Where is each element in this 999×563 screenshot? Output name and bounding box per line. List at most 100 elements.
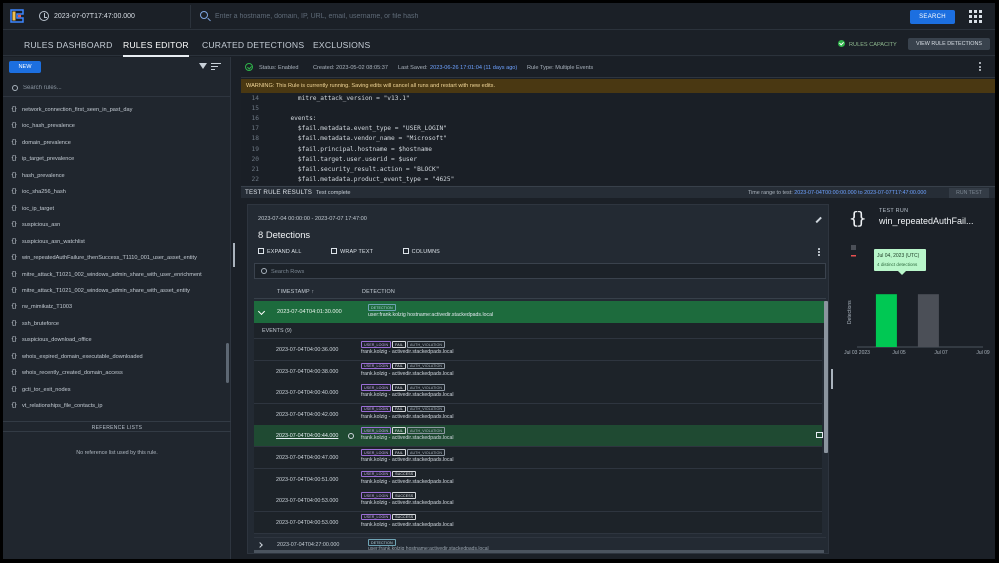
chronicle-logo-icon[interactable] <box>9 8 25 24</box>
curly-braces-icon: {} <box>849 209 867 229</box>
tab-rules-dashboard[interactable]: RULES DASHBOARD <box>24 40 112 50</box>
rule-search-input[interactable] <box>23 81 223 95</box>
event-text: frank.kolzig - activedir.stackedpads.loc… <box>361 478 454 485</box>
code-editor[interactable]: 14 mitre_attack_version = "v13.1" 15 16 ev… <box>241 95 995 185</box>
more-options-icon[interactable] <box>979 62 981 72</box>
rows-search-input[interactable] <box>271 265 811 278</box>
event-cell: USER_LOGIN FAIL AUTH_VIOLATION frank.kolzig… <box>361 449 454 463</box>
tab-curated-detections[interactable]: CURATED DETECTIONS <box>202 40 304 50</box>
rule-item[interactable]: {} rw_mimikatz_T1003 <box>11 303 72 315</box>
rule-item[interactable]: {} hash_prevalence <box>11 172 65 184</box>
event-text: frank.kolzig - activedir.stackedpads.loc… <box>361 392 454 399</box>
code-line-number: 19 <box>251 145 259 153</box>
rule-item-label: mitre_attack_T1021_002_windows_admin_sha… <box>22 287 190 294</box>
detection-badge: DETECTION <box>368 539 396 546</box>
rule-braces-icon: {} <box>11 270 17 278</box>
rule-item[interactable]: {} gcti_tor_exit_nodes <box>11 386 71 398</box>
event-result-badge: FAIL <box>392 362 406 370</box>
event-type-badge: USER_LOGIN <box>361 513 392 521</box>
rules-list: {} network_connection_first_seen_in_past_… <box>3 97 225 415</box>
event-row[interactable]: 2023-07-04T04:00:53.000 USER_LOGIN SUCCESS… <box>254 490 822 513</box>
rule-braces-icon: {} <box>11 188 17 196</box>
events-scrollbar[interactable] <box>824 301 828 453</box>
sidebar-resize-handle[interactable] <box>233 243 235 267</box>
wrap-text-button[interactable]: WRAP TEXT <box>331 248 387 255</box>
detection-row[interactable]: 2023-07-04T04:01:30.000 DETECTION user:f… <box>254 301 826 323</box>
view-rule-detections-button[interactable]: VIEW RULE DETECTIONS <box>908 38 990 50</box>
test-status: Test complete <box>316 189 351 196</box>
global-search-input[interactable] <box>215 8 895 25</box>
event-reason-badge: AUTH_VIOLATION <box>406 341 446 348</box>
code-line-number: 16 <box>251 115 259 123</box>
expand-all-label: EXPAND ALL <box>267 249 302 255</box>
rule-type-text: Rule Type: Multiple Events <box>527 65 594 71</box>
event-row[interactable]: 2023-07-04T04:00:44.000 USER_LOGIN FAIL AUT… <box>254 425 823 448</box>
rules-capacity[interactable]: RULES CAPACITY <box>838 40 897 48</box>
code-line-number: 21 <box>251 165 259 173</box>
event-row[interactable]: 2023-07-04T04:00:36.000 USER_LOGIN FAIL AUT… <box>254 339 822 361</box>
pin-icon[interactable] <box>814 216 821 223</box>
event-reason-badge: AUTH_VIOLATION <box>406 449 446 456</box>
time-picker[interactable]: 2023-07-07T17:47:00.000 <box>33 5 191 28</box>
apps-grid-icon[interactable] <box>969 10 982 23</box>
rule-item[interactable]: {} ioc_hash_prevalence <box>11 122 75 134</box>
chevron-right-icon[interactable] <box>257 542 263 548</box>
horizontal-scrollbar[interactable] <box>254 550 824 553</box>
rule-item[interactable]: {} whois_expired_domain_executable_downlo… <box>11 353 143 365</box>
running-warning: WARNING: This Rule is currently running.… <box>241 79 995 93</box>
chart-bar[interactable] <box>917 294 939 347</box>
code-line-number: 17 <box>251 125 259 133</box>
timestamp-column-header[interactable]: TIMESTAMP ↑ <box>277 289 314 295</box>
rule-item[interactable]: {} ioc_ip_target <box>11 205 54 217</box>
open-event-icon[interactable] <box>816 432 823 439</box>
rule-item[interactable]: {} win_repeatedAuthFailure_thenSuccess_T1… <box>11 254 197 266</box>
columns-button[interactable]: COLUMNS <box>402 248 454 255</box>
rule-item-label: hash_prevalence <box>22 172 65 179</box>
rule-item[interactable]: {} mitre_attack_T1021_002_windows_admin_s… <box>11 287 190 299</box>
x-tick-label: Jul 09 <box>976 350 990 356</box>
rule-item[interactable]: {} mitre_attack_T1021_002_windows_admin_s… <box>11 271 202 283</box>
event-cell: USER_LOGIN SUCCESS frank.kolzig - activedi… <box>361 492 454 506</box>
rule-item-label: suspicious_download_office <box>22 337 92 344</box>
event-type-badge: USER_LOGIN <box>361 492 392 499</box>
tab-exclusions[interactable]: EXCLUSIONS <box>313 40 370 50</box>
new-rule-button[interactable]: NEW <box>9 61 41 73</box>
tab-rules-editor[interactable]: RULES EDITOR <box>123 40 189 57</box>
detection-column-header[interactable]: DETECTION <box>362 289 395 295</box>
last-saved-value[interactable]: 2023-06-26 17:01:04 (11 days ago) <box>430 65 517 71</box>
search-button[interactable]: SEARCH <box>910 10 955 24</box>
event-reason-badge: AUTH_VIOLATION <box>406 384 446 391</box>
detection-text: user:frank.kolzig hostname:activedir.sta… <box>368 312 494 318</box>
rule-item[interactable]: {} domain_prevalence <box>11 139 71 151</box>
event-row[interactable]: 2023-07-04T04:00:51.000 USER_LOGIN SUCCESS… <box>254 468 822 491</box>
rule-item[interactable]: {} suspicious_download_office <box>11 336 92 348</box>
rule-item[interactable]: {} vt_relationships_file_contacts_ip <box>11 402 103 414</box>
rule-item[interactable]: {} ssh_bruteforce <box>11 320 59 332</box>
expand-all-button[interactable]: EXPAND ALL <box>258 248 316 255</box>
event-row[interactable]: 2023-07-04T04:00:42.000 USER_LOGIN FAIL AUT… <box>254 403 822 426</box>
rule-search <box>3 79 231 97</box>
panel-resize-handle[interactable] <box>831 369 833 389</box>
sort-icon[interactable] <box>211 63 221 71</box>
chevron-down-icon[interactable] <box>257 307 266 316</box>
results-more-icon[interactable] <box>818 248 820 256</box>
event-row[interactable]: 2023-07-04T04:00:53.000 USER_LOGIN SUCCESS… <box>254 511 822 534</box>
event-row[interactable]: 2023-07-04T04:00:40.000 USER_LOGIN FAIL AUT… <box>254 382 822 405</box>
rule-braces-icon: {} <box>11 319 17 327</box>
rule-item[interactable]: {} suspicious_asn <box>11 221 60 233</box>
event-result-badge: FAIL <box>392 341 406 348</box>
detections-panel: 2023-07-04 00:00:00 - 2023-07-07 17:47:0… <box>247 204 829 554</box>
rule-item[interactable]: {} ioc_sha256_hash <box>11 188 66 200</box>
rule-item[interactable]: {} ip_target_prevalence <box>11 155 74 167</box>
rule-item[interactable]: {} whois_recently_created_domain_access <box>11 369 123 381</box>
filter-icon[interactable] <box>199 63 207 69</box>
chart-bar[interactable] <box>875 294 897 347</box>
rule-item[interactable]: {} network_connection_first_seen_in_past_… <box>11 106 132 118</box>
sidebar-scrollbar[interactable] <box>226 343 229 383</box>
rule-item[interactable]: {} suspicious_asn_watchlist <box>11 238 85 250</box>
run-test-button[interactable]: RUN TEST <box>949 188 989 198</box>
event-row[interactable]: 2023-07-04T04:00:47.000 USER_LOGIN FAIL AUT… <box>254 447 822 469</box>
event-row[interactable]: 2023-07-04T04:00:38.000 USER_LOGIN FAIL AUT… <box>254 360 822 383</box>
test-range[interactable]: Time range to test: 2023-07-04T00:00:00.… <box>748 190 926 196</box>
test-run-rule-name: win_repeatedAuthFail... <box>879 216 974 226</box>
